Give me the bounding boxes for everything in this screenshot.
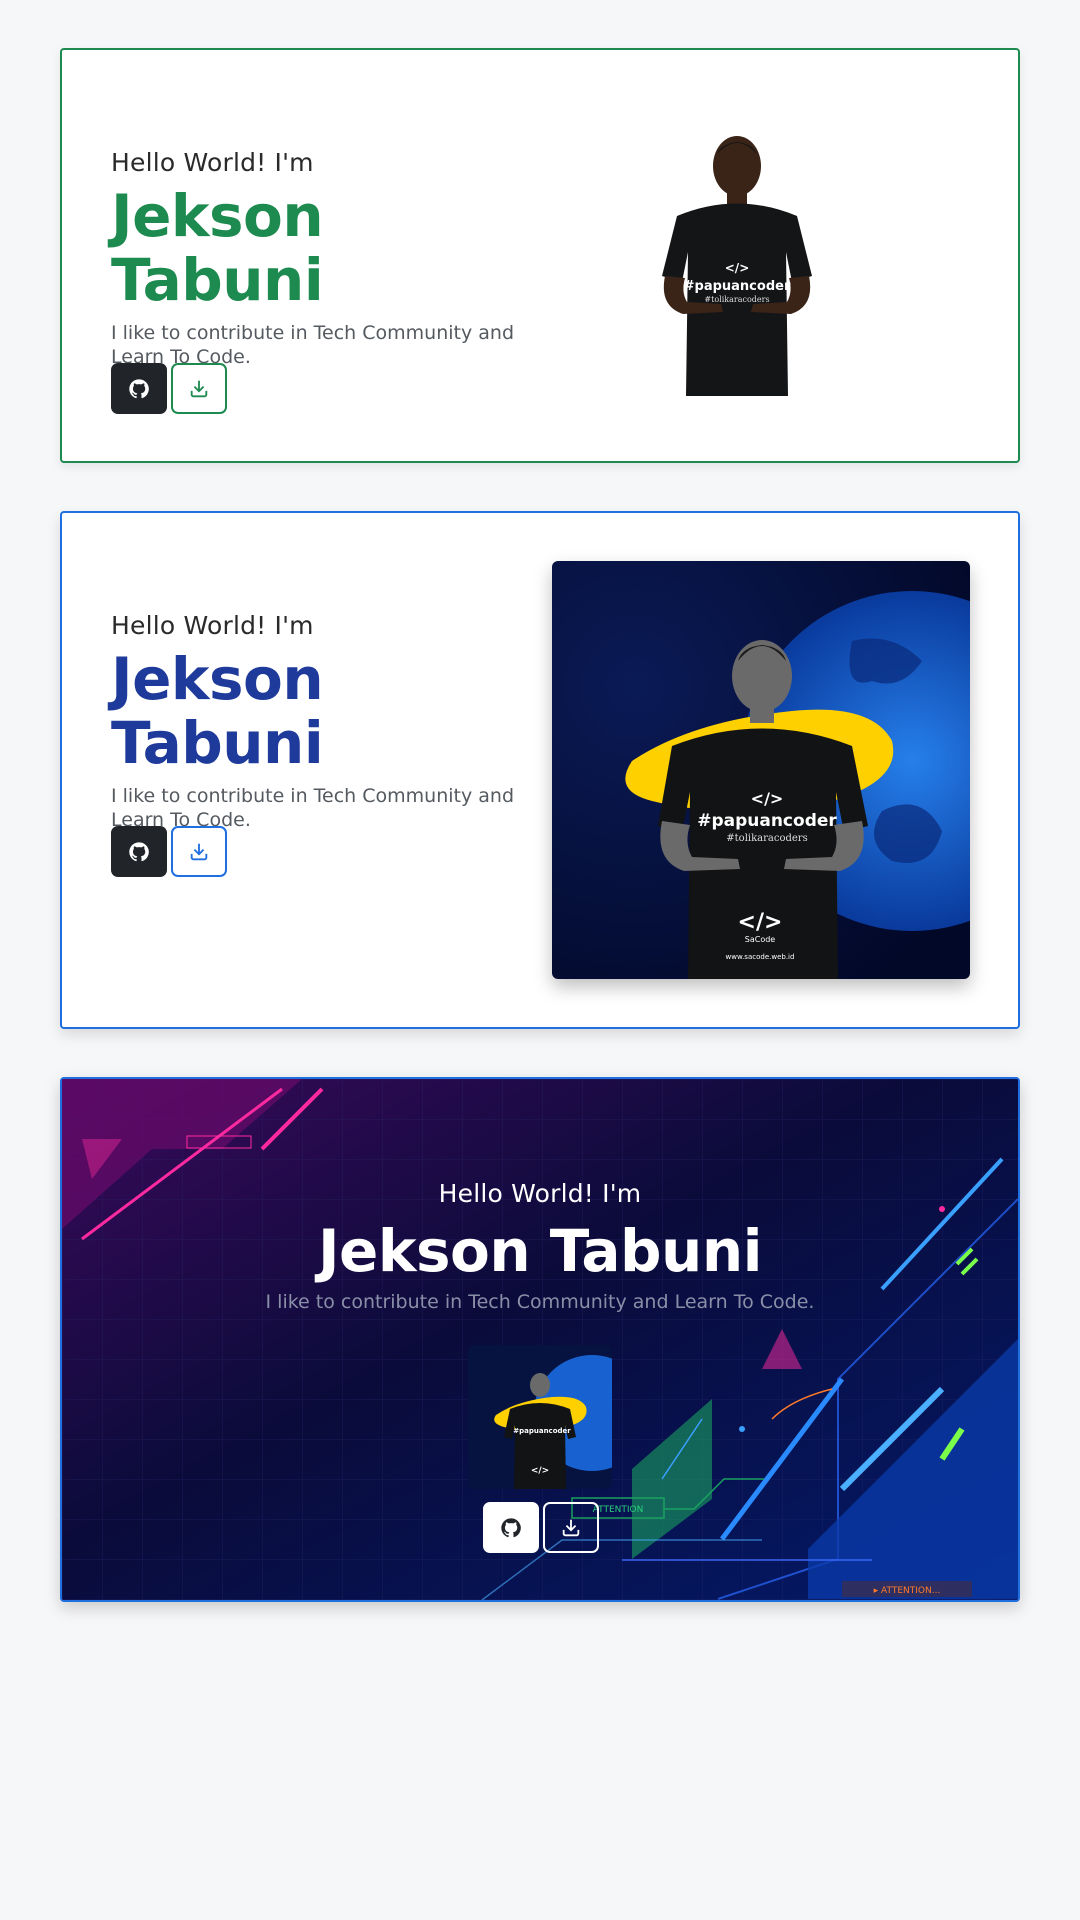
profile-bio: I like to contribute in Tech Community a… [111, 321, 515, 368]
github-icon [129, 841, 149, 861]
shirt-hashtag: #papuancoder [684, 279, 791, 294]
shirt-tagline: #tolikaracoders [704, 295, 769, 304]
action-buttons [483, 1502, 599, 1553]
shirt-logo: </> [725, 261, 750, 275]
attention-label-2: ▸ ATTENTION... [874, 1586, 941, 1596]
profile-portrait-small: #papuancoder </> [468, 1345, 612, 1489]
greeting: Hello World! I'm [111, 148, 314, 177]
profile-bio: I like to contribute in Tech Community a… [265, 1290, 815, 1313]
action-buttons [111, 826, 227, 877]
github-icon [501, 1517, 521, 1537]
download-cv-button[interactable] [171, 363, 227, 414]
portrait-artwork: </> #papuancoder #tolikaracoders </> SaC… [552, 561, 970, 979]
shirt-hashtag: #papuancoder [697, 811, 837, 831]
download-icon [562, 1519, 580, 1536]
brand-name: SaCode [745, 935, 776, 944]
action-buttons [111, 363, 227, 414]
download-icon [190, 380, 208, 397]
intro-text: Hello World! I'm Jekson Tabuni I like to… [111, 148, 541, 369]
greeting: Hello World! I'm [111, 611, 314, 640]
profile-photo-cutout: </> #papuancoder #tolikaracoders [662, 136, 812, 396]
download-cv-button[interactable] [543, 1502, 599, 1553]
profile-card-green: Hello World! I'm Jekson Tabuni I like to… [60, 48, 1020, 463]
github-button[interactable] [111, 826, 167, 877]
intro-text: Hello World! I'm Jekson Tabuni I like to… [111, 611, 541, 832]
intro-text: Hello World! I'm Jekson Tabuni I like to… [62, 1179, 1018, 1314]
github-button[interactable] [111, 363, 167, 414]
profile-name: Jekson Tabuni [111, 645, 324, 777]
download-icon [190, 843, 208, 860]
profile-bio: I like to contribute in Tech Community a… [111, 784, 515, 831]
profile-card-dark: ATTENTION ▸ ATTENTION... Hello World! I'… [60, 1077, 1020, 1602]
shirt-logo: </> [751, 789, 784, 808]
profile-card-blue: Hello World! I'm Jekson Tabuni I like to… [60, 511, 1020, 1029]
profile-portrait: </> #papuancoder #tolikaracoders </> SaC… [552, 561, 970, 979]
brand-logo: </> [738, 910, 783, 935]
shirt-tagline: #tolikaracoders [726, 833, 807, 844]
github-icon [129, 378, 149, 398]
github-button[interactable] [483, 1502, 539, 1553]
brand-url: www.sacode.web.id [726, 953, 795, 961]
attention-label: ATTENTION [593, 1505, 644, 1515]
profile-name: Jekson Tabuni [317, 1217, 763, 1285]
shirt-hashtag: #papuancoder [513, 1427, 571, 1435]
download-cv-button[interactable] [171, 826, 227, 877]
greeting: Hello World! I'm [438, 1179, 642, 1208]
portrait-artwork: #papuancoder </> [468, 1345, 612, 1489]
brand-logo: </> [531, 1466, 549, 1476]
profile-name: Jekson Tabuni [111, 182, 324, 314]
